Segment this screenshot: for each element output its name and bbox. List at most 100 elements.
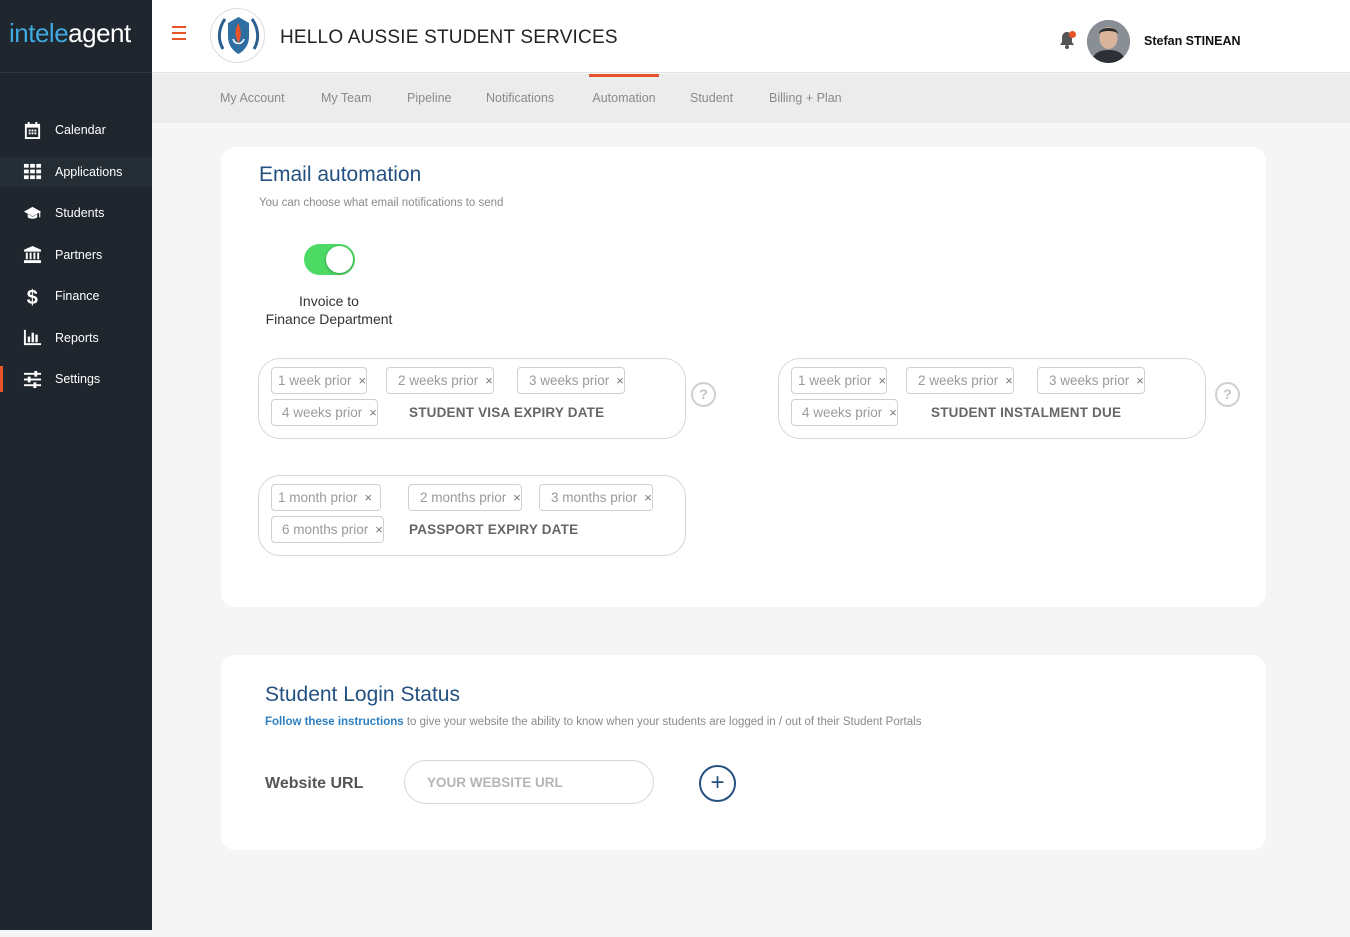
sidebar-item-label: Students — [55, 206, 105, 220]
sidebar-item-calendar[interactable]: Calendar — [0, 115, 152, 145]
organization-logo — [210, 8, 265, 63]
instructions-link[interactable]: Follow these instructions — [265, 716, 404, 728]
tab-student[interactable]: Student — [690, 74, 733, 123]
tag-chip: 6 months prior × — [271, 516, 384, 543]
tag-chip: 3 months prior × — [539, 484, 653, 511]
passport-expiry-label: PASSPORT EXPIRY DATE — [409, 522, 579, 537]
tab-notifications[interactable]: Notifications — [486, 74, 554, 123]
toggle-label: Invoice to Finance Department — [259, 292, 399, 328]
chip-label: 1 month prior — [278, 490, 358, 505]
login-status-title: Student Login Status — [265, 683, 460, 706]
tab-my-team[interactable]: My Team — [321, 74, 371, 123]
sidebar-nav: Calendar Applications Students Partners … — [0, 115, 152, 394]
grid-icon — [22, 162, 42, 182]
tag-chip: 4 weeks prior × — [271, 399, 378, 426]
tag-chip: 2 weeks prior × — [906, 367, 1014, 394]
chip-label: 2 months prior — [420, 490, 507, 505]
chip-label: 3 months prior — [551, 490, 638, 505]
tag-chip: 2 weeks prior × — [386, 367, 494, 394]
sidebar-item-label: Finance — [55, 289, 100, 303]
menu-icon[interactable] — [172, 26, 186, 40]
tag-chip: 3 weeks prior × — [517, 367, 625, 394]
chip-label: 6 months prior — [282, 522, 369, 537]
tag-chip: 4 weeks prior × — [791, 399, 898, 426]
tab-billing-plan[interactable]: Billing + Plan — [769, 74, 842, 123]
sidebar-item-label: Settings — [55, 372, 101, 386]
remove-tag-icon[interactable]: × — [1005, 373, 1013, 388]
help-icon[interactable]: ? — [691, 382, 716, 407]
passport-expiry-tag-input[interactable]: 1 month prior × 2 months prior × 3 months … — [258, 475, 686, 556]
chip-label: 1 week prior — [278, 373, 352, 388]
notification-badge — [1069, 31, 1076, 38]
tag-chip: 1 week prior × — [791, 367, 888, 394]
svg-text:$: $ — [26, 287, 37, 306]
avatar[interactable] — [1087, 20, 1130, 63]
user-name[interactable]: Stefan STINEAN — [1144, 34, 1241, 48]
dollar-icon: $ — [22, 286, 42, 306]
page-title: HELLO AUSSIE STUDENT SERVICES — [280, 27, 618, 48]
remove-tag-icon[interactable]: × — [644, 490, 652, 505]
sidebar-item-students[interactable]: Students — [0, 198, 152, 228]
remove-tag-icon[interactable]: × — [369, 405, 377, 420]
sidebar: inteleagent Calendar Applications Studen… — [0, 0, 152, 930]
logo-text-part1: intele — [9, 18, 69, 48]
instalment-due-tag-input[interactable]: 1 week prior × 2 weeks prior × 3 weeks pri… — [778, 358, 1206, 439]
login-status-instructions: Follow these instructions to give your w… — [265, 716, 921, 728]
instalment-due-label: STUDENT INSTALMENT DUE — [931, 405, 1122, 420]
remove-tag-icon[interactable]: × — [616, 373, 624, 388]
header: HELLO AUSSIE STUDENT SERVICES Stefan STI… — [152, 0, 1350, 73]
sidebar-item-settings[interactable]: Settings — [0, 364, 152, 394]
tag-chip: 2 months prior × — [408, 484, 522, 511]
sidebar-item-partners[interactable]: Partners — [0, 240, 152, 270]
tag-chip: 1 month prior × — [271, 484, 382, 511]
chip-label: 3 weeks prior — [1049, 373, 1130, 388]
sidebar-item-label: Reports — [55, 330, 99, 345]
settings-tabs: My Account My Team Pipeline Notification… — [152, 74, 1350, 123]
tab-pipeline[interactable]: Pipeline — [407, 74, 451, 123]
sidebar-item-label: Applications — [55, 164, 123, 179]
remove-tag-icon[interactable]: × — [1136, 373, 1144, 388]
graduation-cap-icon — [22, 203, 42, 223]
toggle-label-line2: Finance Department — [265, 311, 393, 327]
chip-label: 4 weeks prior — [282, 405, 363, 420]
website-url-input[interactable] — [404, 760, 654, 804]
sidebar-item-finance[interactable]: $ Finance — [0, 281, 152, 311]
chip-label: 2 weeks prior — [398, 373, 479, 388]
sliders-icon — [22, 369, 42, 389]
logo-text-part2: agent — [68, 18, 131, 48]
chip-label: 1 week prior — [798, 373, 872, 388]
sidebar-item-applications[interactable]: Applications — [0, 156, 152, 187]
visa-expiry-tag-input[interactable]: 1 week prior × 2 weeks prior × 3 weeks pri… — [258, 358, 686, 439]
calendar-icon — [22, 120, 42, 140]
sidebar-item-reports[interactable]: Reports — [0, 323, 152, 353]
remove-tag-icon[interactable]: × — [485, 373, 493, 388]
app-logo[interactable]: inteleagent — [0, 0, 152, 73]
email-automation-title: Email automation — [259, 163, 422, 186]
chip-label: 3 weeks prior — [529, 373, 610, 388]
bar-chart-icon — [22, 328, 42, 348]
remove-tag-icon[interactable]: × — [879, 373, 887, 388]
help-icon[interactable]: ? — [1215, 382, 1240, 407]
remove-tag-icon[interactable]: × — [365, 490, 373, 505]
remove-tag-icon[interactable]: × — [359, 373, 367, 388]
remove-tag-icon[interactable]: × — [375, 522, 383, 537]
chip-label: 2 weeks prior — [918, 373, 999, 388]
toggle-knob — [326, 246, 353, 273]
add-url-button[interactable]: + — [699, 765, 736, 802]
student-login-status-card: Student Login Status Follow these instru… — [221, 655, 1266, 850]
toggle-label-line1: Invoice to — [299, 293, 359, 309]
website-url-label: Website URL — [265, 775, 364, 792]
remove-tag-icon[interactable]: × — [889, 405, 897, 420]
tab-my-account[interactable]: My Account — [220, 74, 285, 123]
sidebar-item-label: Partners — [55, 247, 103, 262]
tab-automation[interactable]: Automation — [589, 74, 659, 123]
tag-chip: 1 week prior × — [271, 367, 368, 394]
visa-expiry-label: STUDENT VISA EXPIRY DATE — [409, 405, 605, 420]
chip-label: 4 weeks prior — [802, 405, 883, 420]
email-automation-subtitle: You can choose what email notifications … — [259, 197, 504, 209]
invoice-finance-toggle[interactable] — [304, 244, 355, 275]
bank-icon — [22, 245, 42, 265]
tag-chip: 3 weeks prior × — [1037, 367, 1145, 394]
remove-tag-icon[interactable]: × — [513, 490, 521, 505]
email-automation-card: Email automation You can choose what ema… — [221, 147, 1266, 607]
